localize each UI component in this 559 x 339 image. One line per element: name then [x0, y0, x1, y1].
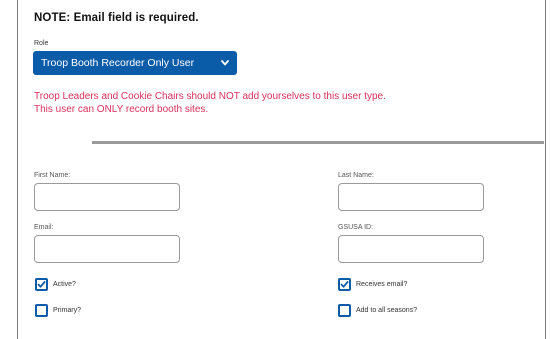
receives-email-checkbox-label: Receives email? [356, 280, 408, 288]
receives-email-checkbox[interactable] [338, 277, 351, 291]
role-label: Role [34, 40, 49, 47]
add-to-all-seasons-checkbox[interactable] [338, 303, 351, 317]
gsusa-id-field[interactable] [338, 235, 484, 263]
chevron-down-icon [220, 51, 230, 75]
user-form-page: NOTE: Email field is required. Role Troo… [0, 0, 559, 339]
active-checkbox-row[interactable]: Active? [35, 277, 76, 291]
receives-email-checkbox-row[interactable]: Receives email? [338, 277, 407, 291]
checkmark-icon [37, 280, 46, 288]
active-checkbox-label: Active? [53, 280, 76, 288]
first-name-field[interactable] [34, 183, 180, 211]
required-note: NOTE: Email field is required. [34, 12, 199, 24]
gsusa-id-label: GSUSA ID: [338, 224, 374, 231]
primary-checkbox-row[interactable]: Primary? [35, 303, 81, 317]
warning-line-1: Troop Leaders and Cookie Chairs should N… [34, 91, 386, 102]
email-field[interactable] [34, 235, 180, 263]
last-name-field[interactable] [338, 183, 484, 211]
active-checkbox[interactable] [35, 277, 48, 291]
primary-checkbox-label: Primary? [53, 306, 82, 314]
checkmark-icon [340, 280, 349, 288]
add-to-all-seasons-checkbox-label: Add to all seasons? [356, 306, 418, 314]
first-name-label: First Name: [34, 172, 71, 179]
last-name-label: Last Name: [338, 172, 374, 179]
warning-line-2: This user can ONLY record booth sites. [34, 104, 209, 115]
add-to-all-seasons-checkbox-row[interactable]: Add to all seasons? [338, 303, 417, 317]
role-warning: Troop Leaders and Cookie Chairs should N… [34, 90, 494, 116]
role-select[interactable]: Troop Booth Recorder Only User [33, 51, 237, 75]
primary-checkbox[interactable] [35, 303, 48, 317]
role-select-value: Troop Booth Recorder Only User [41, 57, 195, 69]
section-divider [92, 141, 544, 144]
email-label: Email: [34, 224, 54, 231]
